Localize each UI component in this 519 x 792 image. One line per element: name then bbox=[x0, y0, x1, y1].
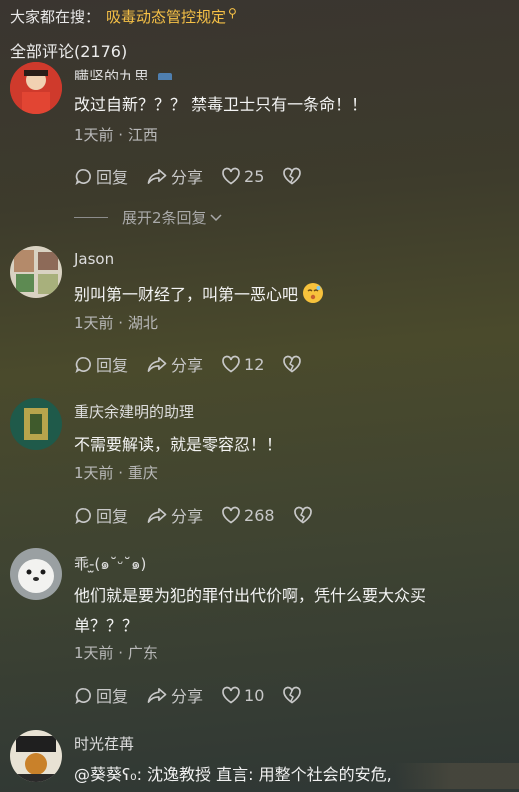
share-icon bbox=[147, 168, 167, 184]
expand-replies-label: 展开2条回复 bbox=[122, 209, 207, 227]
comment-text-line: 单？？？ bbox=[74, 616, 139, 635]
comment-actions: 回复 分享 10 bbox=[74, 683, 323, 707]
badge-icon bbox=[157, 73, 172, 80]
comment-meta: 1天前 · 重庆 bbox=[74, 464, 158, 482]
comment-username[interactable]: 时光荏苒 bbox=[74, 733, 134, 754]
comment-meta: 1天前 · 湖北 bbox=[74, 314, 158, 332]
share-label: 分享 bbox=[171, 356, 204, 375]
like-count: 12 bbox=[244, 354, 265, 374]
avatar[interactable] bbox=[10, 548, 62, 600]
comment-content: 他们就是要为犯的罪付出代价啊，凭什么要大众买 单？？？ bbox=[74, 581, 494, 641]
search-suggestion-bar[interactable]: 大家都在搜： 吸毒动态管控规定 ⚲ bbox=[10, 4, 237, 28]
share-icon bbox=[147, 507, 167, 523]
nauseated-face-icon bbox=[303, 283, 324, 303]
reply-icon bbox=[75, 687, 91, 704]
comment-content: 不需要解读，就是零容忍！！ bbox=[74, 435, 283, 454]
share-label: 分享 bbox=[171, 507, 204, 526]
dislike-button[interactable] bbox=[282, 167, 305, 185]
comment-username[interactable]: 乖-̫(๑˘ᵕ˘๑) bbox=[74, 552, 146, 576]
comment-meta: 1天前 · 江西 bbox=[74, 126, 158, 144]
comment-actions: 回复 分享 12 bbox=[74, 352, 323, 376]
reply-icon bbox=[75, 356, 91, 373]
like-count: 25 bbox=[244, 166, 265, 186]
comment-actions: 回复 分享 268 bbox=[74, 503, 334, 527]
expand-divider bbox=[74, 217, 108, 218]
share-icon bbox=[147, 356, 167, 372]
dislike-button[interactable] bbox=[282, 355, 305, 373]
like-count: 10 bbox=[244, 685, 265, 705]
comment-username[interactable]: Jason bbox=[74, 250, 114, 268]
share-icon bbox=[147, 687, 167, 703]
heart-icon bbox=[222, 686, 240, 704]
share-label: 分享 bbox=[171, 687, 204, 706]
chevron-down-icon bbox=[210, 213, 222, 221]
comments-count-title: 全部评论(2176) bbox=[10, 42, 128, 61]
like-button[interactable]: 10 bbox=[221, 686, 264, 705]
comment-content: 改过自新？？？ 禁毒卫士只有一条命！！ bbox=[74, 95, 368, 114]
like-button[interactable]: 268 bbox=[221, 506, 275, 525]
dislike-button[interactable] bbox=[282, 686, 305, 704]
reply-icon bbox=[75, 168, 91, 185]
share-button[interactable]: 分享 bbox=[146, 683, 203, 707]
text-fade-overlay bbox=[395, 763, 519, 789]
comment-username[interactable]: 瞒坚的九思 bbox=[74, 62, 172, 80]
like-button[interactable]: 12 bbox=[221, 355, 264, 374]
avatar[interactable] bbox=[10, 62, 62, 114]
avatar[interactable] bbox=[10, 246, 62, 298]
search-icon: ⚲ bbox=[228, 6, 237, 20]
share-button[interactable]: 分享 bbox=[146, 352, 203, 376]
broken-heart-icon bbox=[283, 686, 302, 704]
search-term-link[interactable]: 吸毒动态管控规定 bbox=[106, 6, 226, 27]
broken-heart-icon bbox=[293, 506, 312, 524]
reply-button[interactable]: 回复 bbox=[74, 683, 128, 707]
avatar[interactable] bbox=[10, 398, 62, 450]
heart-icon bbox=[222, 167, 240, 185]
broken-heart-icon bbox=[283, 167, 302, 185]
reply-icon bbox=[75, 507, 91, 524]
share-label: 分享 bbox=[171, 168, 204, 187]
comment-text: @葵葵ʕ₀: 沈逸教授 直言: 用整个社会的安危, bbox=[74, 765, 392, 784]
comment-text: 别叫第一财经了，叫第一恶心吧 bbox=[74, 285, 299, 304]
comment-actions: 回复 分享 25 bbox=[74, 164, 323, 188]
comment-text-line: 他们就是要为犯的罪付出代价啊，凭什么要大众买 bbox=[74, 586, 427, 605]
avatar[interactable] bbox=[10, 730, 62, 782]
reply-label: 回复 bbox=[96, 356, 129, 375]
heart-icon bbox=[222, 355, 240, 373]
comment-content: 别叫第一财经了，叫第一恶心吧 bbox=[74, 280, 494, 310]
comment-meta: 1天前 · 广东 bbox=[74, 644, 158, 662]
like-count: 268 bbox=[244, 505, 275, 525]
reply-label: 回复 bbox=[96, 168, 129, 187]
expand-replies-button[interactable]: 展开2条回复 bbox=[74, 207, 223, 228]
reply-button[interactable]: 回复 bbox=[74, 164, 128, 188]
like-button[interactable]: 25 bbox=[221, 167, 264, 186]
dislike-button[interactable] bbox=[293, 506, 316, 524]
share-button[interactable]: 分享 bbox=[146, 503, 203, 527]
heart-icon bbox=[222, 506, 240, 524]
reply-label: 回复 bbox=[96, 507, 129, 526]
reply-button[interactable]: 回复 bbox=[74, 503, 128, 527]
reply-button[interactable]: 回复 bbox=[74, 352, 128, 376]
comment-username[interactable]: 重庆余建明的助理 bbox=[74, 401, 194, 422]
broken-heart-icon bbox=[283, 355, 302, 373]
search-prefix-label: 大家都在搜： bbox=[10, 7, 101, 26]
reply-label: 回复 bbox=[96, 687, 129, 706]
share-button[interactable]: 分享 bbox=[146, 164, 203, 188]
